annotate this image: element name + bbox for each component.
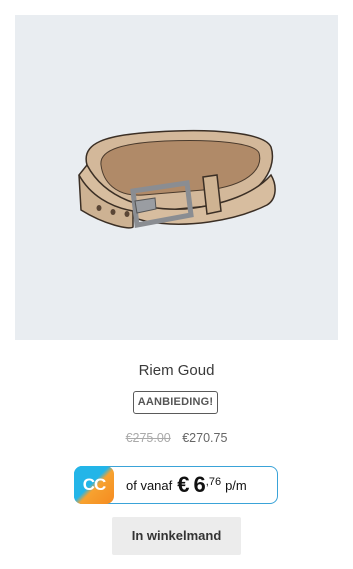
- credit-logo-icon: CC: [74, 466, 114, 504]
- price-row: €275.00 €270.75: [0, 431, 353, 445]
- credit-prefix: of vanaf: [126, 477, 173, 493]
- credit-financing-widget[interactable]: CC of vanaf € 6 ,76 p/m: [74, 466, 278, 504]
- belt-illustration: [78, 129, 276, 229]
- sale-price: €270.75: [182, 431, 228, 445]
- credit-amount: 6: [193, 472, 206, 497]
- add-to-cart-button[interactable]: In winkelmand: [112, 517, 241, 555]
- old-price: €275.00: [125, 431, 171, 445]
- sale-badge: AANBIEDING!: [133, 391, 218, 414]
- credit-suffix: p/m: [225, 477, 247, 493]
- credit-cents: ,76: [205, 476, 222, 488]
- product-image[interactable]: [15, 15, 338, 340]
- credit-currency: €: [177, 472, 190, 497]
- product-title[interactable]: Riem Goud: [0, 362, 353, 379]
- credit-text: of vanaf € 6 ,76 p/m: [126, 467, 247, 503]
